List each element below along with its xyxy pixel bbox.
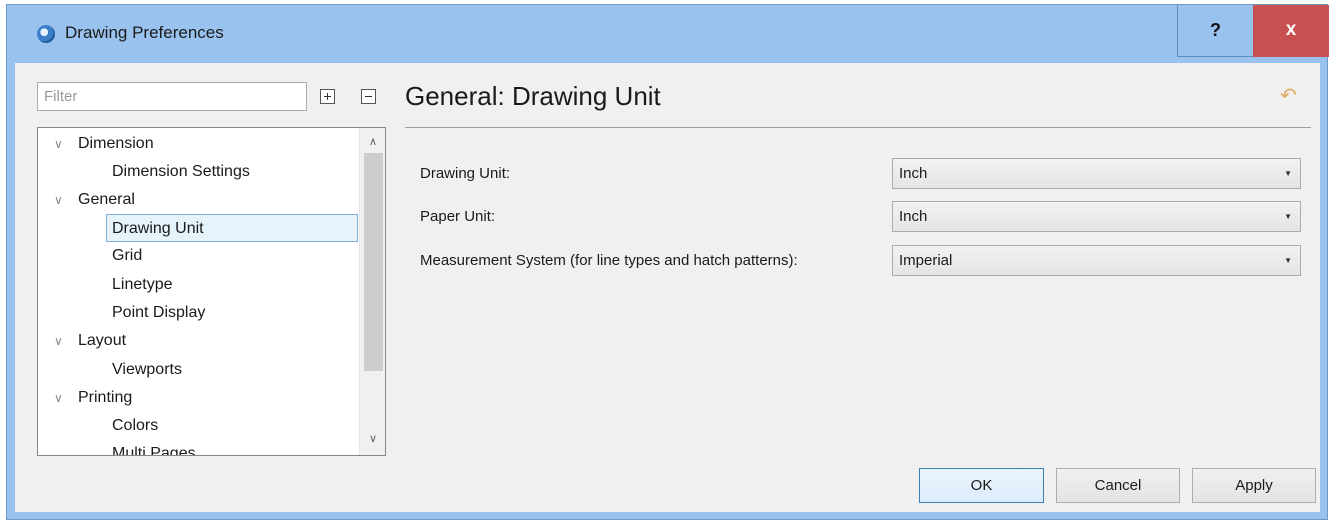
drawing-unit-value: Inch [899,165,928,182]
tree-item-colors[interactable]: Colors [112,412,158,440]
chevron-down-icon[interactable]: ∨ [54,130,68,158]
tree-item-label: Printing [78,389,133,406]
chevron-down-icon[interactable]: ∨ [54,384,68,412]
window-title: Drawing Preferences [65,23,224,42]
undo-icon[interactable]: ↶ [1280,86,1302,106]
tree-item-label: Viewports [112,361,182,378]
drawing-unit-select[interactable]: Inch ▼ [892,158,1301,189]
measurement-system-select[interactable]: Imperial ▼ [892,245,1301,276]
tree-item-dimension[interactable]: ∨ Dimension [54,130,154,158]
drawing-unit-label: Drawing Unit: [420,165,511,182]
tree-item-grid[interactable]: Grid [112,242,142,270]
scroll-up-icon[interactable]: ∧ [360,132,385,152]
tree-item-label: Linetype [112,276,173,293]
chevron-down-icon[interactable]: ∨ [54,186,68,214]
tree-item-drawing-unit[interactable]: Drawing Unit [106,214,358,242]
title-bar[interactable]: Drawing Preferences ? x [7,5,1329,63]
dropdown-arrow-icon: ▼ [1284,212,1292,221]
dialog-body: ∨ Dimension Dimension Settings ∨ General… [15,63,1320,512]
close-button[interactable]: x [1253,5,1329,57]
tree-item-linetype[interactable]: Linetype [112,271,173,299]
dropdown-arrow-icon: ▼ [1284,169,1292,178]
header-divider [405,127,1311,128]
collapse-all-icon[interactable] [361,89,376,104]
chevron-down-icon[interactable]: ∨ [54,327,68,355]
tree-item-label: Dimension [78,135,154,152]
tree-item-label: General [78,191,135,208]
page-title: General: Drawing Unit [405,81,661,111]
paper-unit-label: Paper Unit: [420,208,496,225]
paper-unit-value: Inch [899,208,928,225]
tree-item-dimension-settings[interactable]: Dimension Settings [112,158,250,186]
preferences-tree[interactable]: ∨ Dimension Dimension Settings ∨ General… [37,127,386,456]
tree-item-label: Drawing Unit [112,220,204,237]
tree-item-label: Colors [112,417,159,434]
tree-item-label: Point Display [112,304,206,321]
paper-unit-select[interactable]: Inch ▼ [892,201,1301,232]
measurement-system-value: Imperial [899,252,953,269]
cancel-button[interactable]: Cancel [1056,468,1180,503]
tree-item-label: Grid [112,247,143,264]
tree-item-viewports[interactable]: Viewports [112,356,182,384]
tree-item-point-display[interactable]: Point Display [112,299,205,327]
tree-item-multi-pages[interactable]: Multi Pages [112,440,196,456]
tree-item-label: Dimension Settings [112,163,250,180]
ok-button[interactable]: OK [919,468,1044,503]
scroll-thumb[interactable] [364,153,383,371]
tree-item-printing[interactable]: ∨ Printing [54,384,132,412]
tree-item-label: Layout [78,332,127,349]
drawing-preferences-dialog: Drawing Preferences ? x ∨ Dimension Dime… [6,4,1329,520]
tree-item-general[interactable]: ∨ General [54,186,135,214]
apply-button[interactable]: Apply [1192,468,1316,503]
filter-input[interactable] [37,82,307,111]
tree-scrollbar[interactable]: ∧ ∨ [359,128,385,455]
measurement-system-label: Measurement System (for line types and h… [420,252,798,269]
expand-all-icon[interactable] [320,89,335,104]
app-icon [37,25,55,43]
scroll-down-icon[interactable]: ∨ [360,429,385,449]
tree-item-label: Multi Pages [112,445,196,456]
tree-item-layout[interactable]: ∨ Layout [54,327,126,355]
help-button[interactable]: ? [1177,5,1253,57]
dropdown-arrow-icon: ▼ [1284,256,1292,265]
